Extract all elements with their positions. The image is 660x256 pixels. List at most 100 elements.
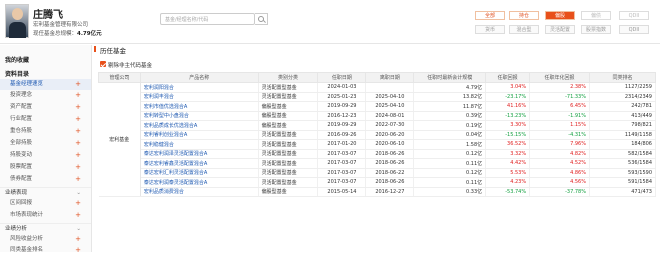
sidebar-item-all-holdings[interactable]: 全部持股 +: [0, 138, 91, 149]
sidebar-item-risk[interactable]: 风险收益分析 +: [0, 234, 91, 245]
search-input[interactable]: 基金/经理名称/代码: [160, 13, 255, 25]
table-row: 宏利品质消费混合 偏股型基金 2015-05-14 2016-12-27 0.3…: [99, 187, 656, 197]
column-header[interactable]: 任职日期: [317, 72, 367, 83]
fund-type: 灵活配置型基金: [258, 139, 319, 150]
peer-rank: 1149/1158: [589, 130, 656, 140]
start-date: 2017-03-07: [317, 168, 367, 178]
fund-name-link[interactable]: 宏利稳健混合: [140, 139, 259, 150]
annual-return: -4.31%: [529, 130, 590, 140]
plus-icon[interactable]: +: [75, 174, 81, 185]
tab-qdii[interactable]: QDII: [619, 11, 649, 20]
manager-avatar: [5, 4, 29, 38]
plus-icon[interactable]: +: [75, 198, 81, 209]
fund-name-link[interactable]: 宏利润丰混合: [140, 92, 259, 102]
fund-name-link[interactable]: 宏利睿利创业混合A: [140, 130, 259, 140]
fund-name-link[interactable]: 宏利品质成长优选混合A: [140, 120, 259, 131]
peer-rank: 1127/2259: [589, 82, 656, 93]
sidebar-item-return[interactable]: 区间回报 +: [0, 198, 91, 209]
column-header[interactable]: 同类排名: [589, 72, 656, 83]
end-date: 2016-12-27: [365, 187, 415, 197]
start-date: 2025-01-23: [317, 92, 367, 102]
sidebar-item-label: 行业配置: [10, 116, 33, 122]
sidebar-item-label: 市场表现统计: [10, 212, 44, 218]
tab-bond[interactable]: 偏债: [581, 11, 611, 20]
sidebar-item-holding-change[interactable]: 持股变动 +: [0, 150, 91, 161]
sidebar-item-label: 区间回报: [10, 200, 33, 206]
plus-icon[interactable]: +: [75, 210, 81, 221]
sidebar-section-label: 业绩表现: [5, 190, 28, 196]
sidebar-item-industry[interactable]: 行业配置 +: [0, 114, 91, 125]
fund-name-link[interactable]: 宏利转型中小盘混合: [140, 111, 259, 121]
sidebar-item-philosophy[interactable]: 投资理念 +: [0, 90, 91, 101]
sidebar-section-label: 业绩分析: [5, 226, 28, 232]
plus-icon[interactable]: +: [75, 138, 81, 149]
fund-type: 灵活配置型基金: [258, 149, 319, 159]
fund-scale: 0.11亿: [413, 177, 487, 188]
sidebar-item-market-stats[interactable]: 市场表现统计 +: [0, 210, 91, 221]
table-row: 宏利睿利创业混合A 灵活配置型基金 2016-09-26 2020-06-20 …: [99, 130, 656, 140]
fund-name-link[interactable]: 泰达宏利睿鑫灵活配置混合A: [140, 158, 259, 169]
plus-icon[interactable]: +: [75, 150, 81, 161]
profile-directory: 资料目录: [5, 71, 30, 78]
sidebar-item-stock-allocation[interactable]: 股票配置 +: [0, 162, 91, 173]
tab-flexible[interactable]: 灵活配置: [545, 25, 575, 34]
plus-icon[interactable]: +: [75, 114, 81, 125]
tab-mixed[interactable]: 混合型: [509, 25, 539, 34]
tab-qdii-2[interactable]: QDII: [619, 25, 649, 34]
plus-icon[interactable]: +: [75, 245, 81, 256]
annual-return: 4.52%: [529, 158, 590, 169]
sidebar-item-top-holdings[interactable]: 重仓持股 +: [0, 126, 91, 137]
tenure-return: 5.53%: [485, 168, 531, 178]
fund-scale: 1.58亿: [413, 139, 487, 150]
fund-name-link[interactable]: 泰达宏利润泰灵活配置混合A: [140, 177, 259, 188]
table-row: 泰达宏利汇利灵活配置混合A 灵活配置型基金 2017-03-07 2018-06…: [99, 168, 656, 178]
fund-scale: 0.19亿: [413, 120, 487, 131]
fund-name-link[interactable]: 泰达宏利汇利灵活配置混合A: [140, 168, 259, 178]
tab-all[interactable]: 全部: [475, 11, 505, 20]
tab-holding[interactable]: 持仓: [509, 11, 539, 20]
manager-name: 庄腾飞: [33, 10, 63, 21]
column-header: 类别分类: [257, 72, 319, 83]
column-header[interactable]: 任职时最新会计规模: [413, 72, 487, 83]
column-header: 产品名称: [139, 72, 259, 83]
plus-icon[interactable]: +: [75, 162, 81, 173]
search-icon[interactable]: [255, 13, 268, 25]
start-date: 2017-03-07: [317, 177, 367, 188]
fund-scale: 0.04亿: [413, 130, 487, 140]
start-date: 2017-01-20: [317, 139, 367, 150]
plus-icon[interactable]: +: [75, 234, 81, 245]
sidebar-item-bond-allocation[interactable]: 债券配置 +: [0, 174, 91, 185]
manager-scale-value: 4.79亿元: [77, 31, 102, 37]
tab-index[interactable]: 股票指数: [581, 25, 611, 34]
sidebar-section-performance[interactable]: 业绩表现 ⌄: [0, 187, 91, 198]
tab-equity[interactable]: 偏股: [545, 11, 575, 20]
annual-return: 4.56%: [529, 177, 590, 188]
sidebar-section-analysis[interactable]: 业绩分析 ⌄: [0, 223, 91, 234]
company-cell: 宏利基金: [98, 82, 141, 197]
end-date: 2022-07-30: [365, 120, 415, 131]
plus-icon[interactable]: +: [75, 79, 81, 90]
fund-name-link[interactable]: 宏利品质消费混合: [140, 187, 259, 197]
tenure-return: 4.42%: [485, 158, 531, 169]
end-date: 2018-06-26: [365, 158, 415, 169]
filter-checkbox[interactable]: [100, 61, 106, 67]
column-header[interactable]: 任职回报: [485, 72, 531, 83]
sidebar-item-asset[interactable]: 资产配置 +: [0, 102, 91, 113]
plus-icon[interactable]: +: [75, 102, 81, 113]
column-header[interactable]: 离职日期: [365, 72, 415, 83]
sidebar-item-peer-rank[interactable]: 同类基金排名 +: [0, 245, 91, 256]
fund-name-link[interactable]: 泰达宏利润泽灵活配置混合A: [140, 149, 259, 159]
manager-company[interactable]: 宏利基金管理有限公司: [33, 20, 88, 28]
end-date: 2024-08-01: [365, 111, 415, 121]
sidebar-item-overview[interactable]: 基金经理速览 +: [0, 79, 91, 90]
peer-rank: 413/449: [589, 111, 656, 121]
tab-money[interactable]: 货币: [475, 25, 505, 34]
column-header[interactable]: 任职年化回报: [529, 72, 590, 83]
table-header-row: 管理公司 产品名称 类别分类 任职日期 离职日期 任职时最新会计规模 任职回报 …: [98, 72, 656, 83]
plus-icon[interactable]: +: [75, 90, 81, 101]
my-collect[interactable]: 我的收藏: [5, 55, 29, 64]
plus-icon[interactable]: +: [75, 126, 81, 137]
fund-name-link[interactable]: 宏利市值优选混合A: [140, 101, 259, 112]
fund-name-link[interactable]: 宏利润阳混合: [140, 82, 259, 93]
fund-type: 灵活配置型基金: [258, 168, 319, 178]
